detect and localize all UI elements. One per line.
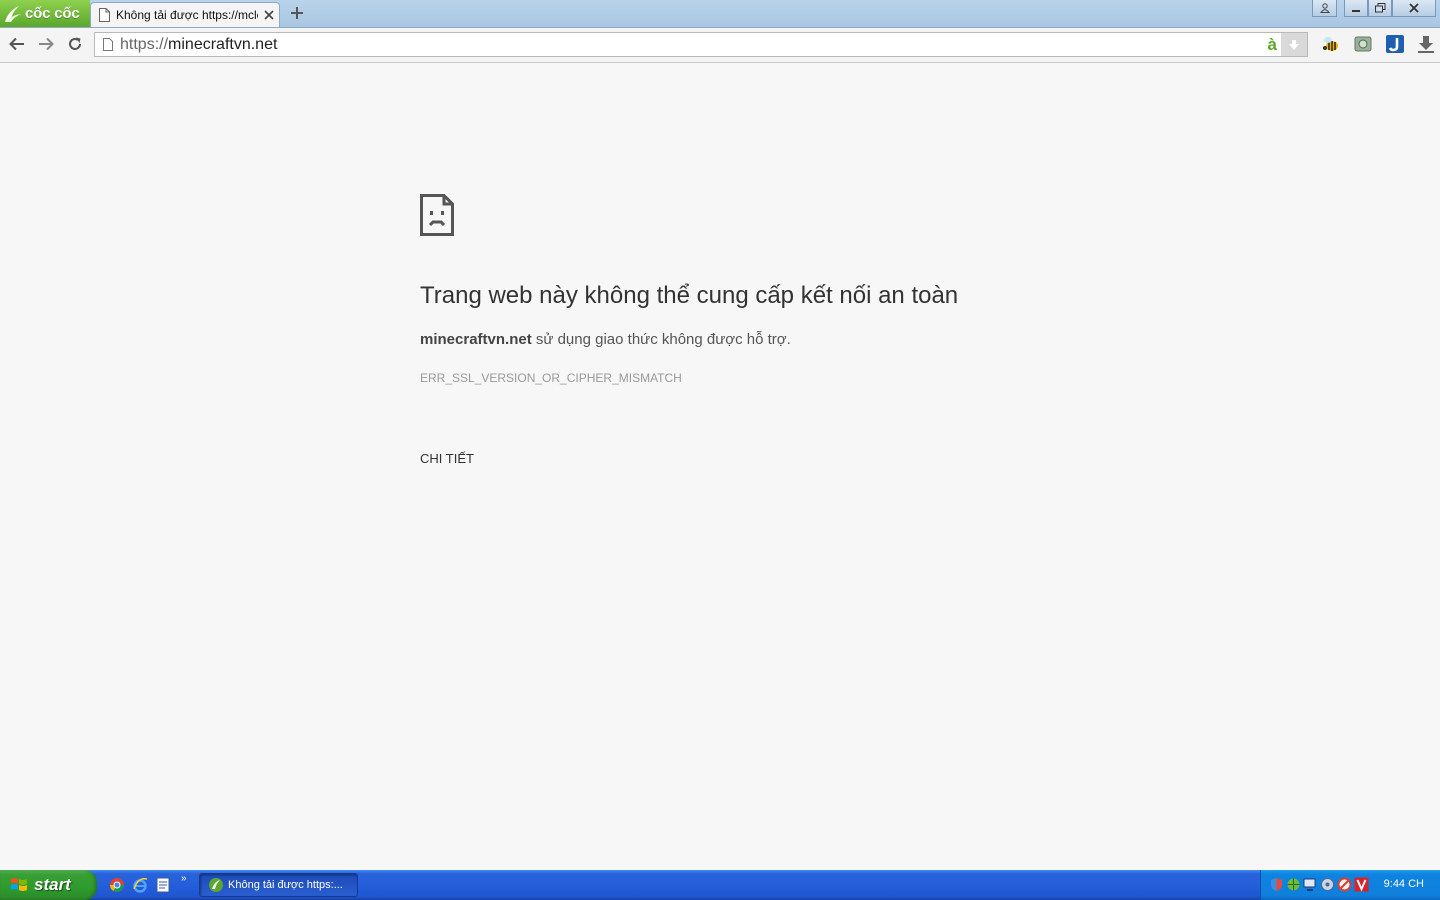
reload-icon	[69, 37, 81, 50]
omnibox-download-button[interactable]	[1281, 33, 1307, 56]
quick-launch-more[interactable]: »	[181, 873, 187, 884]
error-domain: minecraftvn.net	[420, 331, 532, 348]
coccoc-logo-icon	[209, 878, 223, 892]
start-label: start	[34, 875, 71, 894]
coccoc-logo[interactable]: cốc cốc	[0, 0, 90, 27]
forward-button[interactable]	[35, 33, 57, 55]
url-text: https://minecraftvn.net	[120, 35, 278, 53]
antivirus-icon[interactable]	[1337, 877, 1352, 892]
j-extension-icon[interactable]	[1385, 34, 1405, 54]
back-arrow-icon	[9, 37, 24, 51]
document-icon[interactable]	[155, 877, 171, 893]
error-heading: Trang web này không thể cung cấp kết nối…	[420, 282, 959, 309]
coccoc-assist-button[interactable]: à	[1268, 35, 1277, 55]
image-extension-icon[interactable]	[1353, 34, 1373, 54]
minimize-icon	[1352, 10, 1360, 12]
monitor-icon[interactable]	[1303, 877, 1318, 892]
download-icon	[1289, 39, 1299, 50]
tab-active[interactable]: Không tải được https://mclean	[90, 2, 280, 27]
start-button[interactable]: start	[0, 870, 97, 900]
browser-titlebar: cốc cốc Không tải được https://mclean	[0, 0, 1440, 28]
error-page: Trang web này không thể cung cấp kết nối…	[0, 63, 1440, 869]
coccoc-logo-icon	[5, 5, 21, 22]
shield-icon[interactable]	[1269, 877, 1284, 892]
close-window-button[interactable]	[1392, 0, 1436, 17]
logo-text: cốc cốc	[25, 5, 80, 22]
error-description-text: sử dụng giao thức không được hỗ trợ.	[535, 331, 791, 348]
system-tray: 9:44 CH	[1260, 870, 1440, 900]
minimize-button[interactable]	[1344, 0, 1368, 17]
download-icon[interactable]	[1416, 34, 1436, 54]
task-label: Không tải được https:...	[228, 879, 343, 891]
forward-arrow-icon	[39, 37, 54, 51]
restore-icon	[1374, 3, 1385, 13]
page-icon	[103, 38, 113, 51]
v-icon[interactable]	[1354, 877, 1369, 892]
details-button[interactable]: CHI TIẾT	[420, 451, 474, 466]
plus-icon	[291, 7, 303, 19]
new-tab-button[interactable]	[287, 3, 307, 23]
tab-title: Không tải được https://mclean	[116, 8, 258, 22]
error-code: ERR_SSL_VERSION_OR_CIPHER_MISMATCH	[420, 371, 682, 385]
person-icon	[1319, 3, 1330, 13]
windows-taskbar: start » Không tải được https:... 9:44 CH	[0, 870, 1440, 900]
clock[interactable]: 9:44 CH	[1384, 878, 1424, 890]
reload-button[interactable]	[64, 33, 86, 55]
error-description: minecraftvn.net sử dụng giao thức không …	[420, 331, 791, 348]
bee-icon[interactable]	[1321, 34, 1341, 54]
close-icon[interactable]	[262, 8, 276, 22]
sad-page-icon	[420, 194, 454, 236]
address-bar[interactable]: https://minecraftvn.net à	[94, 32, 1308, 57]
chrome-icon[interactable]	[109, 877, 125, 893]
windows-flag-icon	[11, 878, 27, 891]
close-window-icon	[1409, 3, 1419, 13]
browser-toolbar: https://minecraftvn.net à	[0, 28, 1440, 63]
profile-button[interactable]	[1312, 0, 1337, 17]
ie-icon[interactable]	[132, 877, 148, 893]
back-button[interactable]	[6, 33, 28, 55]
page-icon	[99, 8, 110, 22]
network-icon[interactable]	[1286, 877, 1301, 892]
restore-button[interactable]	[1368, 0, 1392, 17]
taskbar-task-browser[interactable]: Không tải được https:...	[199, 873, 358, 897]
speaker-icon[interactable]	[1320, 877, 1335, 892]
